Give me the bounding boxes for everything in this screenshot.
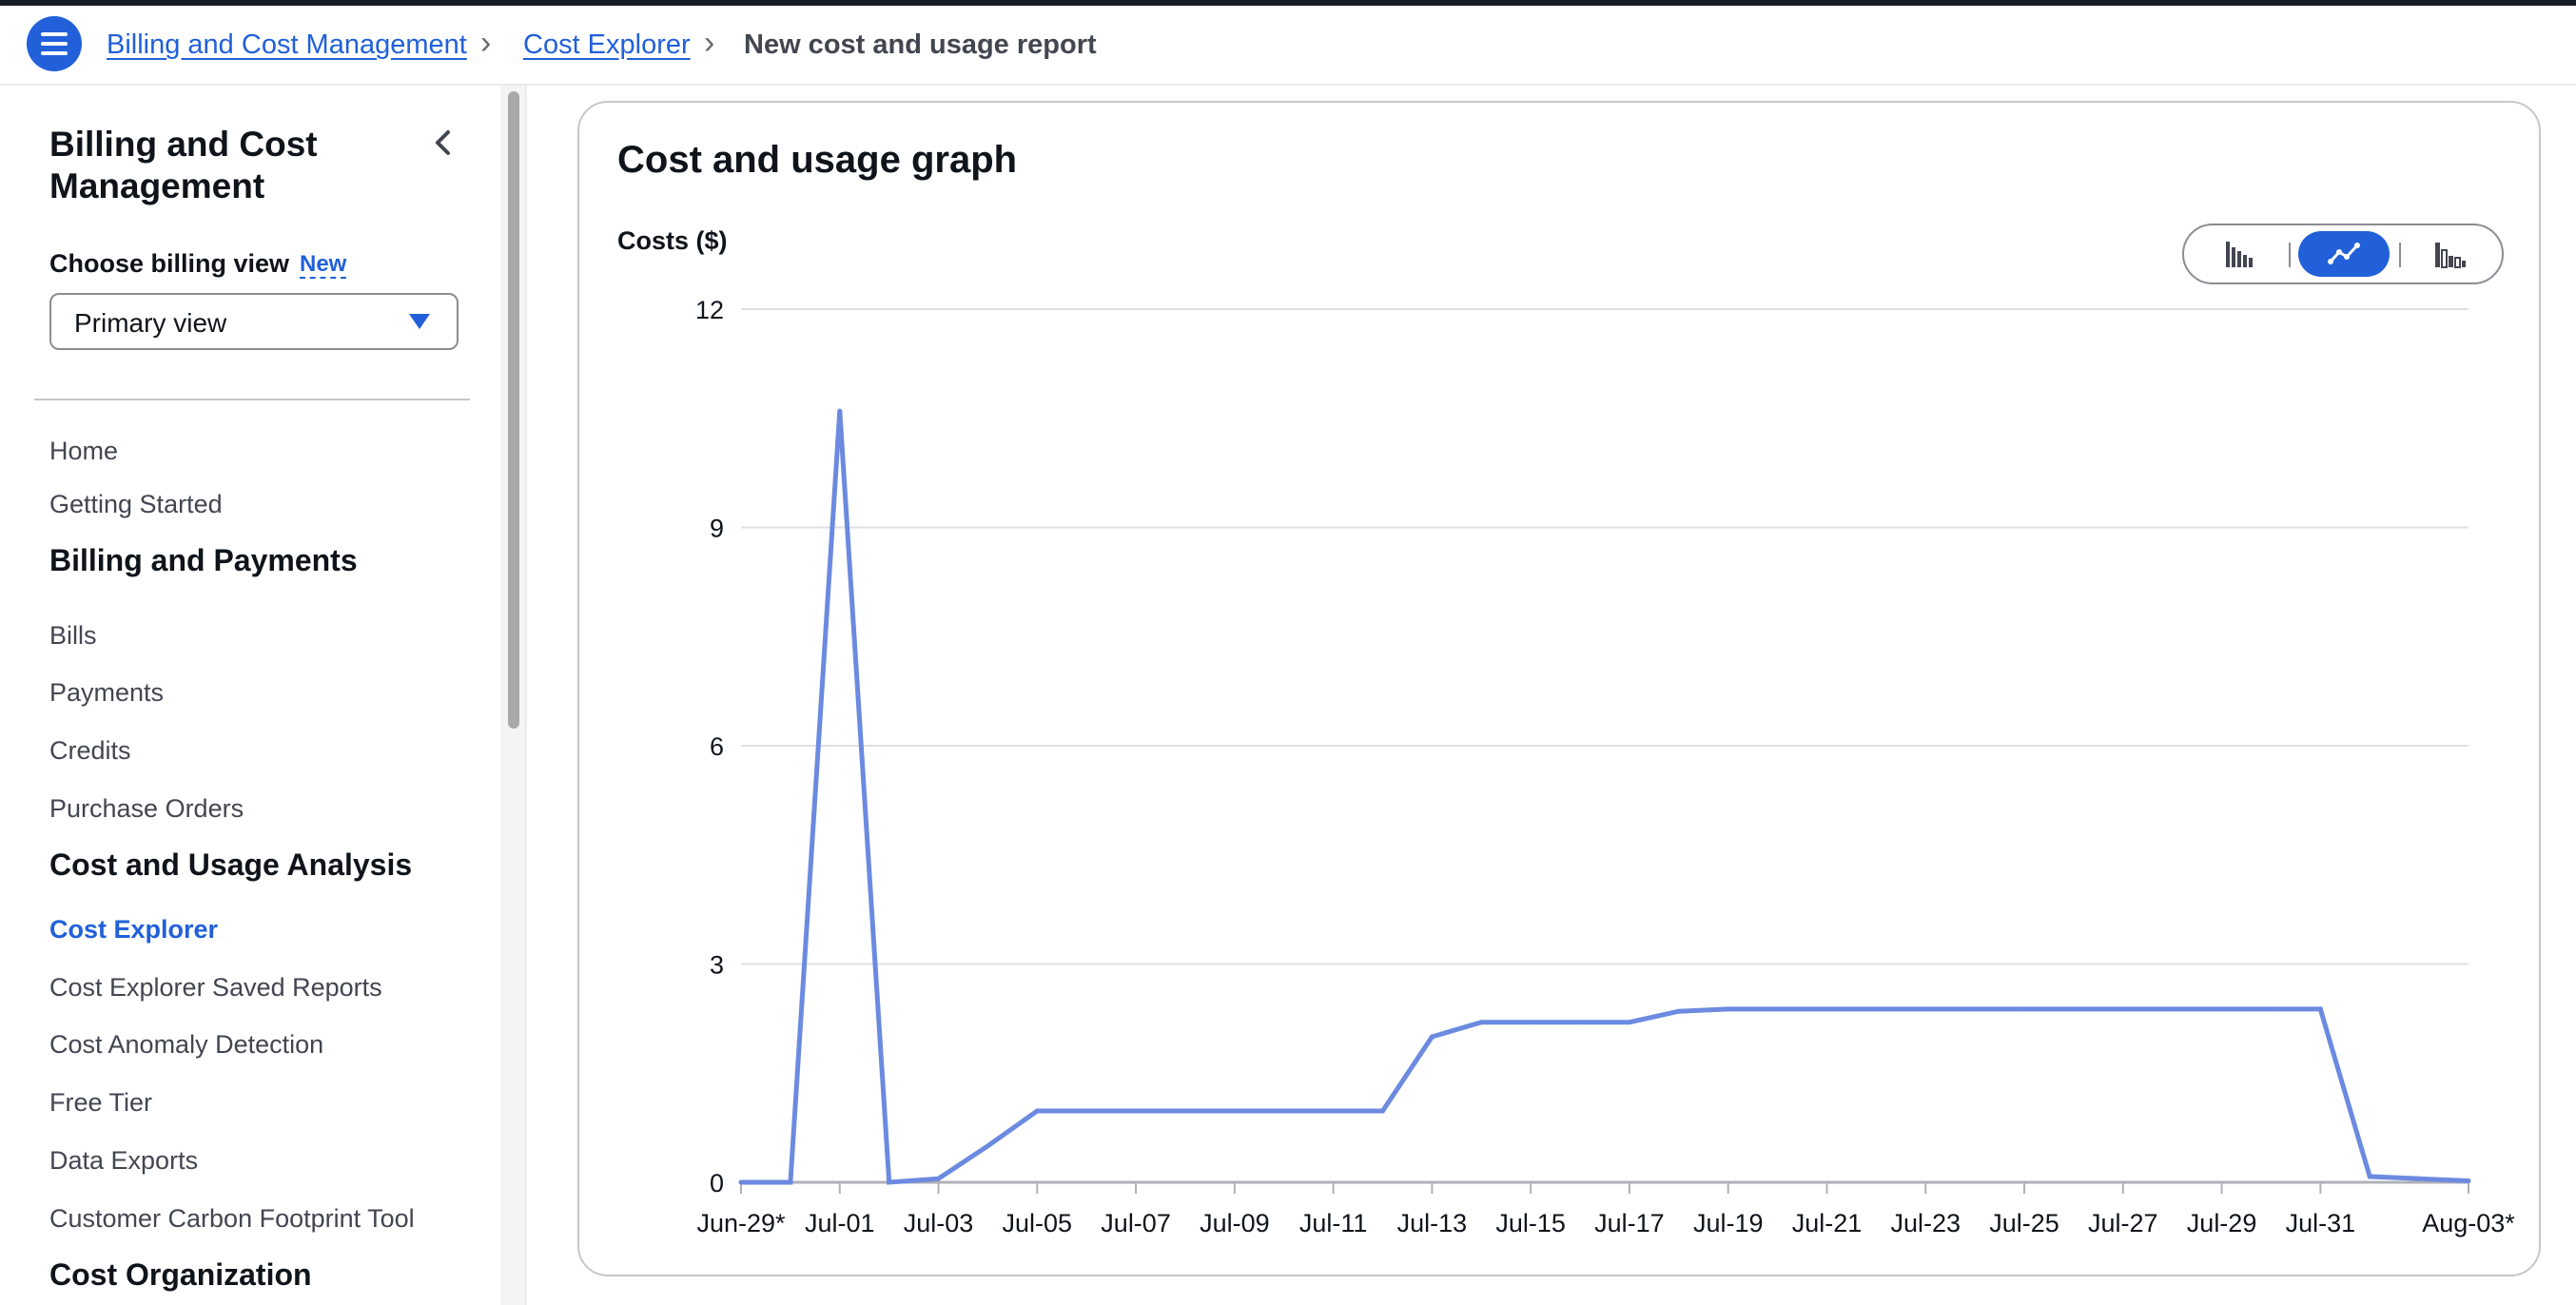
line-chart: 0 3 6 9 12 Jun-29* Jul-01 Jul-03 Jul-05 Jul-07 Jul… bbox=[695, 296, 2515, 1237]
sidebar-section-heading: Billing and Payments bbox=[49, 543, 358, 577]
chevron-right-icon: › bbox=[704, 25, 715, 61]
data-point bbox=[1083, 1108, 1089, 1114]
sidebar-item-credits[interactable]: Credits bbox=[49, 735, 131, 766]
sidebar-section-heading: Cost Organization bbox=[49, 1257, 312, 1292]
data-point bbox=[1429, 1034, 1434, 1040]
sidebar-item-customer-carbon-footprint-tool[interactable]: Customer Carbon Footprint Tool bbox=[49, 1203, 415, 1234]
data-point bbox=[1676, 1008, 1682, 1014]
billing-view-value: Primary view bbox=[74, 308, 227, 338]
y-tick-label: 0 bbox=[710, 1169, 724, 1198]
data-point bbox=[788, 1179, 793, 1185]
y-tick-label: 12 bbox=[695, 296, 724, 324]
billing-view-select[interactable]: Primary view bbox=[49, 293, 459, 350]
data-point bbox=[2170, 1006, 2176, 1012]
x-tick-label: Jul-19 bbox=[1693, 1209, 1764, 1237]
x-tick-label: Jul-07 bbox=[1101, 1209, 1171, 1237]
x-tick-label: Jul-09 bbox=[1200, 1209, 1270, 1237]
data-point bbox=[2219, 1006, 2225, 1012]
x-tick-label: Jul-23 bbox=[1890, 1209, 1961, 1237]
menu-icon[interactable] bbox=[27, 16, 82, 71]
y-tick-label: 6 bbox=[710, 732, 724, 761]
data-point bbox=[2268, 1006, 2274, 1012]
cost-usage-graph-card: Cost and usage graph Costs ($) 0 3 6 9 1… bbox=[577, 101, 2541, 1276]
sidebar-item-home[interactable]: Home bbox=[49, 436, 118, 466]
x-tick-label: Jul-03 bbox=[904, 1209, 974, 1237]
data-point bbox=[837, 408, 843, 414]
breadcrumb-bar: Billing and Cost Management › Cost Explo… bbox=[0, 6, 2576, 86]
sidebar-section-heading: Cost and Usage Analysis bbox=[49, 847, 413, 882]
x-tick-label: Jul-31 bbox=[2286, 1209, 2356, 1237]
sidebar-item-purchase-orders[interactable]: Purchase Orders bbox=[49, 793, 244, 824]
x-tick-label: Jul-17 bbox=[1594, 1209, 1665, 1237]
x-tick-label: Jul-13 bbox=[1397, 1209, 1468, 1237]
data-point bbox=[2071, 1006, 2077, 1012]
data-point bbox=[2416, 1176, 2422, 1181]
new-badge[interactable]: New bbox=[300, 252, 347, 279]
data-point bbox=[1775, 1006, 1781, 1012]
data-point bbox=[2317, 1006, 2323, 1012]
sidebar-item-cost-explorer-saved-reports[interactable]: Cost Explorer Saved Reports bbox=[49, 972, 382, 1003]
sidebar-item-cost-anomaly-detection[interactable]: Cost Anomaly Detection bbox=[49, 1029, 323, 1060]
caret-down-icon bbox=[409, 314, 430, 329]
data-point bbox=[936, 1176, 942, 1181]
data-point bbox=[2021, 1006, 2027, 1012]
sidebar-title: Billing and Cost Management bbox=[49, 125, 318, 205]
scrollbar-thumb[interactable] bbox=[508, 91, 519, 729]
y-tick-label: 9 bbox=[710, 515, 724, 543]
x-tick-label: Jul-01 bbox=[805, 1209, 875, 1237]
x-tick-label: Jul-15 bbox=[1495, 1209, 1566, 1237]
x-tick-label: Jun-29* bbox=[696, 1209, 786, 1237]
data-point bbox=[738, 1179, 744, 1185]
x-tick-label: Jul-21 bbox=[1792, 1209, 1863, 1237]
data-point bbox=[1133, 1108, 1139, 1114]
chevron-left-icon[interactable] bbox=[426, 126, 460, 160]
x-tick-label: Aug-03* bbox=[2422, 1209, 2515, 1237]
sidebar-item-free-tier[interactable]: Free Tier bbox=[49, 1087, 152, 1118]
breadcrumb-cost-explorer[interactable]: Cost Explorer bbox=[523, 29, 691, 61]
x-tick-label: Jul-27 bbox=[2088, 1209, 2158, 1237]
sidebar-item-bills[interactable]: Bills bbox=[49, 620, 97, 651]
sidebar: Billing and Cost Management Choose billi… bbox=[0, 86, 500, 1305]
data-point bbox=[1331, 1108, 1337, 1114]
sidebar-item-getting-started[interactable]: Getting Started bbox=[49, 489, 223, 519]
data-point bbox=[1034, 1108, 1040, 1114]
data-point bbox=[1577, 1020, 1583, 1025]
data-point bbox=[1627, 1020, 1632, 1025]
data-point bbox=[1528, 1020, 1533, 1025]
breadcrumb-current: New cost and usage report bbox=[744, 29, 1097, 60]
sidebar-item-cost-explorer[interactable]: Cost Explorer bbox=[49, 914, 218, 945]
data-point bbox=[1726, 1006, 1731, 1012]
data-point bbox=[1380, 1108, 1386, 1114]
x-tick-label: Jul-05 bbox=[1003, 1209, 1073, 1237]
data-point bbox=[985, 1143, 990, 1149]
x-tick-label: Jul-29 bbox=[2187, 1209, 2257, 1237]
billing-view-label: Choose billing view bbox=[49, 249, 290, 278]
x-tick-label: Jul-11 bbox=[1299, 1209, 1368, 1237]
data-point bbox=[1478, 1020, 1484, 1025]
breadcrumb-billing[interactable]: Billing and Cost Management bbox=[107, 29, 467, 61]
sidebar-scrollbar[interactable] bbox=[500, 86, 527, 1305]
data-point bbox=[1922, 1006, 1928, 1012]
data-point bbox=[887, 1179, 892, 1185]
sidebar-divider bbox=[34, 399, 470, 400]
sidebar-item-data-exports[interactable]: Data Exports bbox=[49, 1145, 198, 1176]
data-point bbox=[1281, 1108, 1287, 1114]
data-point bbox=[2367, 1174, 2372, 1179]
data-point bbox=[1972, 1006, 1978, 1012]
data-point bbox=[2120, 1006, 2126, 1012]
data-point bbox=[1182, 1108, 1188, 1114]
sidebar-item-payments[interactable]: Payments bbox=[49, 677, 164, 708]
x-tick-label: Jul-25 bbox=[1989, 1209, 2059, 1237]
data-point bbox=[1873, 1006, 1879, 1012]
data-point bbox=[2466, 1178, 2471, 1183]
chevron-right-icon: › bbox=[480, 25, 492, 61]
data-point bbox=[1824, 1006, 1829, 1012]
y-tick-label: 3 bbox=[710, 951, 724, 980]
data-point bbox=[1232, 1108, 1238, 1114]
